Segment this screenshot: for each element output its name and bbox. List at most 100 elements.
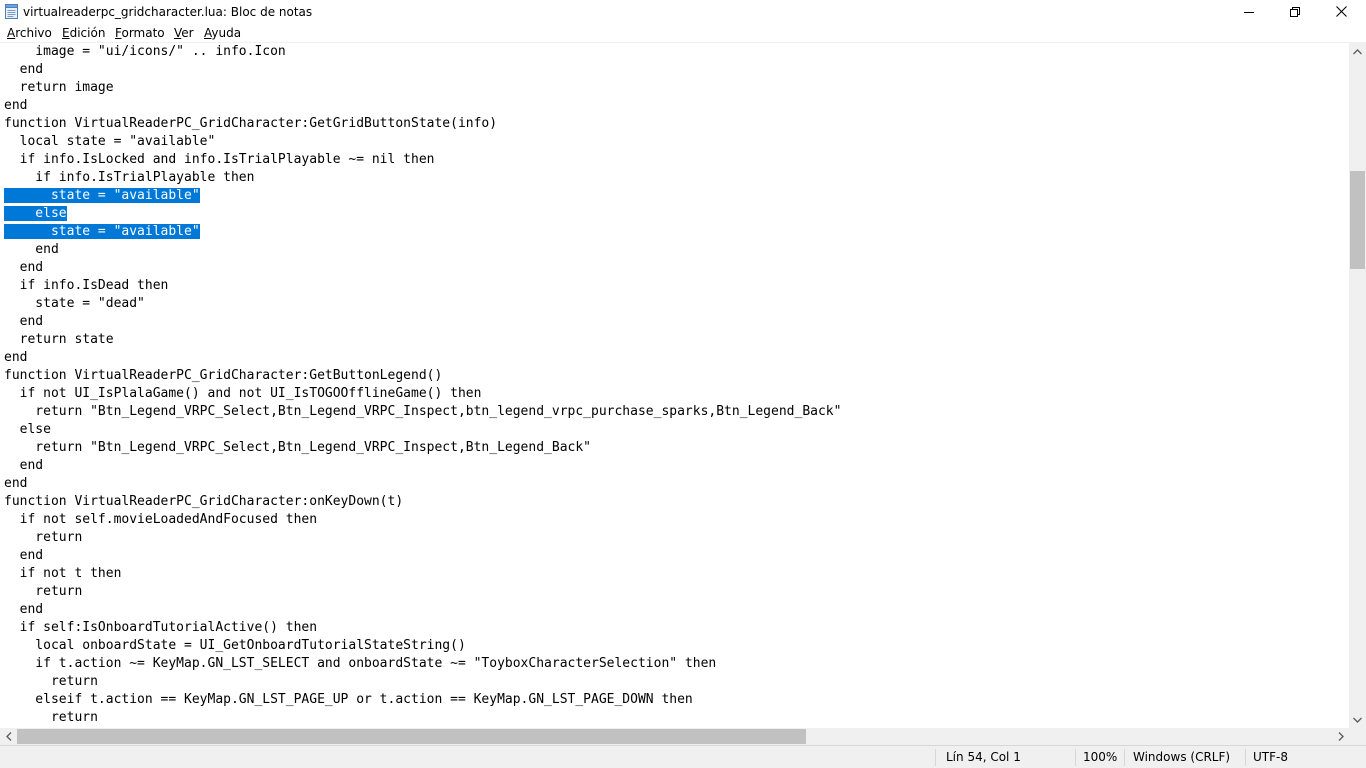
code-line: if not self.movieLoadedAndFocused then <box>4 511 841 529</box>
code-line: return <box>4 529 841 547</box>
cursor-position: Lín 54, Col 1 <box>946 750 1021 764</box>
chevron-up-icon <box>1353 48 1362 54</box>
code-line-text: return <box>4 584 83 599</box>
vertical-scrollbar[interactable] <box>1349 43 1366 728</box>
status-separator <box>935 749 936 766</box>
scroll-corner <box>1349 728 1366 745</box>
scroll-up-button[interactable] <box>1349 43 1366 60</box>
title-bar[interactable]: virtualreaderpc_gridcharacter.lua: Bloc … <box>0 0 1366 23</box>
code-line: function VirtualReaderPC_GridCharacter:G… <box>4 367 841 385</box>
horizontal-scroll-thumb[interactable] <box>17 729 806 744</box>
code-line: return "Btn_Legend_VRPC_Select,Btn_Legen… <box>4 403 841 421</box>
code-line-text: end <box>4 476 28 491</box>
notepad-icon <box>5 4 18 19</box>
scroll-down-button[interactable] <box>1349 711 1366 728</box>
code-line: state = "dead" <box>4 295 841 313</box>
window-title: virtualreaderpc_gridcharacter.lua: Bloc … <box>23 5 313 19</box>
code-line: if info.IsLocked and info.IsTrialPlayabl… <box>4 151 841 169</box>
chevron-down-icon <box>1353 717 1362 723</box>
code-line: return <box>4 709 841 727</box>
code-line: local state = "available" <box>4 133 841 151</box>
status-separator <box>1075 749 1076 766</box>
maximize-button[interactable] <box>1272 0 1318 23</box>
code-line-text: end <box>4 260 44 275</box>
code-line: return state <box>4 331 841 349</box>
code-line: if not t then <box>4 565 841 583</box>
restore-icon <box>1290 6 1300 17</box>
code-line: local onboardState = UI_GetOnboardTutori… <box>4 637 841 655</box>
code-line-text: if info.IsTrialPlayable then <box>4 170 255 185</box>
status-bar: Lín 54, Col 1 100% Windows (CRLF) UTF-8 <box>0 745 1366 768</box>
code-line-text: if info.IsDead then <box>4 278 169 293</box>
code-line: end <box>4 601 841 619</box>
menu-ver[interactable]: Ver <box>174 25 194 41</box>
scroll-left-button[interactable] <box>0 728 17 745</box>
code-line: if t.action ~= KeyMap.GN_LST_SELECT and … <box>4 655 841 673</box>
code-line-text: return "Btn_Legend_VRPC_Select,Btn_Legen… <box>4 440 591 455</box>
selected-text: else <box>4 206 67 221</box>
code-line-text: return "Btn_Legend_VRPC_Select,Btn_Legen… <box>4 404 842 419</box>
code-line: return <box>4 583 841 601</box>
code-line: end <box>4 97 841 115</box>
code-line: elseif t.action == KeyMap.GN_LST_PAGE_UP… <box>4 691 841 709</box>
code-line: function VirtualReaderPC_GridCharacter:G… <box>4 115 841 133</box>
code-line-text: if not self.movieLoadedAndFocused then <box>4 512 318 527</box>
menu-edicion[interactable]: Edición <box>62 25 105 41</box>
selected-text: state = "available" <box>4 224 200 239</box>
scroll-right-button[interactable] <box>1332 728 1349 745</box>
code-line: end <box>4 457 841 475</box>
code-line-text: return <box>4 710 98 725</box>
code-line: return "Btn_Legend_VRPC_Select,Btn_Legen… <box>4 439 841 457</box>
code-line: end <box>4 475 841 493</box>
code-line-text: if info.IsLocked and info.IsTrialPlayabl… <box>4 152 435 167</box>
menu-bar: Archivo Edición Formato Ver Ayuda <box>0 23 1366 43</box>
code-line-text: elseif t.action == KeyMap.GN_LST_PAGE_UP… <box>4 692 693 707</box>
code-line-text: end <box>4 458 44 473</box>
menu-ayuda[interactable]: Ayuda <box>204 25 241 41</box>
close-button[interactable] <box>1318 0 1364 23</box>
code-line: if info.IsDead then <box>4 277 841 295</box>
code-line: if info.IsTrialPlayable then <box>4 169 841 187</box>
line-endings: Windows (CRLF) <box>1133 750 1231 764</box>
menu-archivo[interactable]: Archivo <box>7 25 52 41</box>
text-editor[interactable]: image = "ui/icons/" .. info.Icon end ret… <box>0 43 1349 728</box>
selected-text: state = "available" <box>4 188 200 203</box>
chevron-right-icon <box>1338 732 1344 741</box>
code-line: end <box>4 349 841 367</box>
code-line: end <box>4 241 841 259</box>
code-line-text: image = "ui/icons/" .. info.Icon <box>4 44 286 59</box>
code-line-text: end <box>4 62 44 77</box>
code-line-text: if not UI_IsPlalaGame() and not UI_IsTOG… <box>4 386 482 401</box>
code-line-text: function VirtualReaderPC_GridCharacter:G… <box>4 116 498 131</box>
status-separator <box>1124 749 1125 766</box>
code-line: end <box>4 61 841 79</box>
close-icon <box>1335 6 1347 17</box>
code-line: return image <box>4 79 841 97</box>
code-line: else <box>4 421 841 439</box>
minimize-button[interactable] <box>1226 0 1272 23</box>
code-line-text: end <box>4 548 44 563</box>
code-line-text: end <box>4 350 28 365</box>
vertical-scroll-thumb[interactable] <box>1350 171 1365 269</box>
code-line-text: if not t then <box>4 566 122 581</box>
code-line-text: if self:IsOnboardTutorialActive() then <box>4 620 318 635</box>
encoding: UTF-8 <box>1253 750 1288 764</box>
status-separator <box>1245 749 1246 766</box>
code-line-text: return state <box>4 332 114 347</box>
code-line-text: if t.action ~= KeyMap.GN_LST_SELECT and … <box>4 656 717 671</box>
code-line: end <box>4 547 841 565</box>
code-line: return <box>4 673 841 691</box>
code-line-text: state = "dead" <box>4 296 145 311</box>
code-line-text: return image <box>4 80 114 95</box>
menu-formato[interactable]: Formato <box>115 25 165 41</box>
code-line-text: local state = "available" <box>4 134 216 149</box>
code-line: state = "available" <box>4 187 841 205</box>
horizontal-scrollbar[interactable] <box>0 728 1349 745</box>
code-line-text: local onboardState = UI_GetOnboardTutori… <box>4 638 466 653</box>
code-line: function VirtualReaderPC_GridCharacter:o… <box>4 493 841 511</box>
code-lines: image = "ui/icons/" .. info.Icon end ret… <box>4 43 841 727</box>
code-line-text: end <box>4 314 44 329</box>
code-line: image = "ui/icons/" .. info.Icon <box>4 43 841 61</box>
code-line: end <box>4 259 841 277</box>
minimize-icon <box>1244 11 1254 13</box>
